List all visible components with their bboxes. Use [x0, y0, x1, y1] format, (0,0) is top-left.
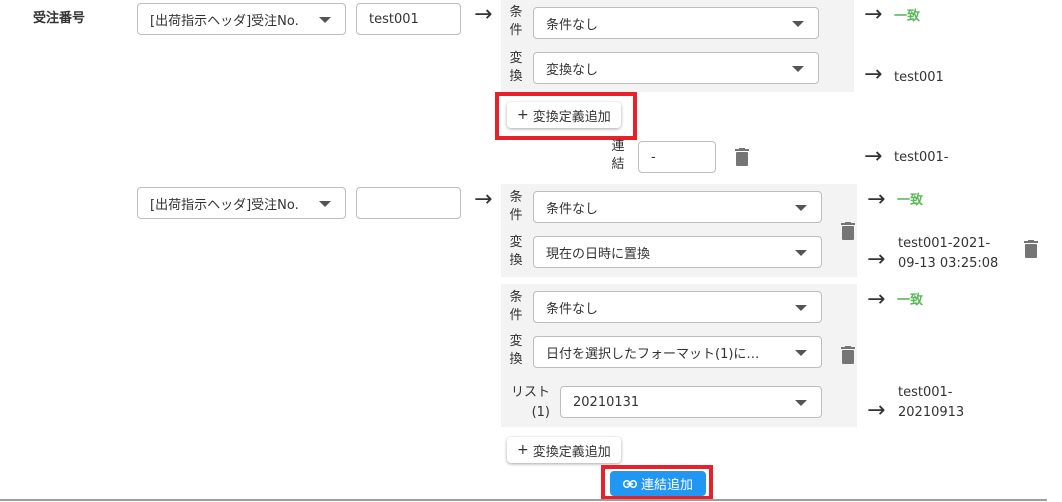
- chevron-down-icon: [319, 17, 331, 23]
- plus-icon: +: [517, 442, 529, 458]
- arrow-right-icon: →: [864, 144, 883, 169]
- plus-icon: +: [517, 107, 529, 123]
- chevron-down-icon: [792, 66, 804, 72]
- field-label: 受注番号: [33, 11, 86, 26]
- condition-label: 条件: [509, 190, 523, 223]
- chevron-down-icon: [795, 400, 807, 406]
- arrow-right-icon: →: [474, 187, 493, 212]
- trash-icon[interactable]: [841, 346, 855, 364]
- conversion-label: 変換: [509, 334, 523, 367]
- conversion-select-3[interactable]: 日付を選択したフォーマット(1)に…: [533, 336, 822, 368]
- condition-select-1[interactable]: 条件なし: [533, 7, 819, 39]
- result-text-3-line2: 20210913: [898, 405, 965, 420]
- condition-label: 条件: [509, 5, 523, 38]
- condition-select-2-value: 条件なし: [546, 201, 599, 217]
- condition-select-3-value: 条件なし: [546, 301, 599, 317]
- match-status: 一致: [894, 9, 921, 24]
- result-text-3: test001- 20210913: [898, 383, 964, 423]
- list-label-line1: リスト: [510, 385, 550, 400]
- add-link-button[interactable]: 連結追加: [610, 471, 706, 496]
- divider: [0, 499, 1047, 501]
- add-conversion-label: 変換定義追加: [532, 444, 611, 460]
- match-status: 一致: [897, 193, 924, 208]
- condition-select-3[interactable]: 条件なし: [533, 291, 822, 323]
- trash-icon[interactable]: [841, 222, 855, 240]
- add-link-label: 連結追加: [640, 478, 693, 493]
- conversion-select-1-value: 変換なし: [546, 62, 599, 78]
- value-input-2[interactable]: [356, 187, 461, 219]
- link-icon: [622, 479, 637, 488]
- value-input-1[interactable]: test001: [356, 3, 461, 35]
- source-select-1[interactable]: [出荷指示ヘッダ]受注No.: [137, 3, 346, 35]
- conversion-select-2[interactable]: 現在の日時に置換: [533, 236, 822, 268]
- conversion-select-1[interactable]: 変換なし: [533, 52, 819, 84]
- list-label-line2: (1): [531, 405, 550, 420]
- concat-result-text: test001-: [894, 150, 949, 165]
- conversion-label: 変換: [509, 235, 523, 268]
- source-select-1-value: [出荷指示ヘッダ]受注No.: [150, 13, 299, 29]
- add-conversion-button-1[interactable]: + 変換定義追加: [507, 102, 621, 128]
- chevron-down-icon: [795, 205, 807, 211]
- condition-select-1-value: 条件なし: [546, 17, 599, 33]
- conversion-select-2-value: 現在の日時に置換: [546, 246, 651, 262]
- list-select[interactable]: 20210131: [560, 386, 822, 418]
- trash-icon[interactable]: [735, 148, 749, 166]
- arrow-right-icon: →: [867, 247, 886, 272]
- result-text-2-line1: test001-2021-: [898, 236, 991, 251]
- conversion-label: 変換: [509, 51, 523, 84]
- add-conversion-button-2[interactable]: + 変換定義追加: [507, 437, 621, 463]
- concat-input[interactable]: -: [638, 141, 716, 173]
- concat-label: 連結: [611, 139, 625, 172]
- list-label: リスト (1): [510, 383, 550, 423]
- list-select-value: 20210131: [573, 394, 640, 410]
- arrow-right-icon: →: [474, 2, 493, 27]
- condition-label: 条件: [509, 290, 523, 323]
- result-text-1: test001: [894, 70, 944, 85]
- arrow-right-icon: →: [864, 2, 883, 27]
- arrow-right-icon: →: [867, 398, 886, 423]
- chevron-down-icon: [792, 21, 804, 27]
- source-select-2-value: [出荷指示ヘッダ]受注No.: [150, 197, 299, 213]
- arrow-right-icon: →: [867, 287, 886, 312]
- chevron-down-icon: [795, 250, 807, 256]
- trash-icon[interactable]: [1024, 240, 1038, 258]
- source-select-2[interactable]: [出荷指示ヘッダ]受注No.: [137, 187, 346, 219]
- arrow-right-icon: →: [864, 62, 883, 87]
- chevron-down-icon: [795, 305, 807, 311]
- condition-select-2[interactable]: 条件なし: [533, 191, 822, 223]
- arrow-right-icon: →: [867, 187, 886, 212]
- add-conversion-label: 変換定義追加: [532, 109, 611, 125]
- chevron-down-icon: [319, 201, 331, 207]
- result-text-3-line1: test001-: [898, 385, 953, 400]
- chevron-down-icon: [795, 350, 807, 356]
- result-text-2-line2: 09-13 03:25:08: [898, 256, 999, 271]
- match-status: 一致: [897, 293, 924, 308]
- conversion-select-3-value: 日付を選択したフォーマット(1)に…: [546, 346, 760, 362]
- result-text-2: test001-2021- 09-13 03:25:08: [898, 234, 998, 274]
